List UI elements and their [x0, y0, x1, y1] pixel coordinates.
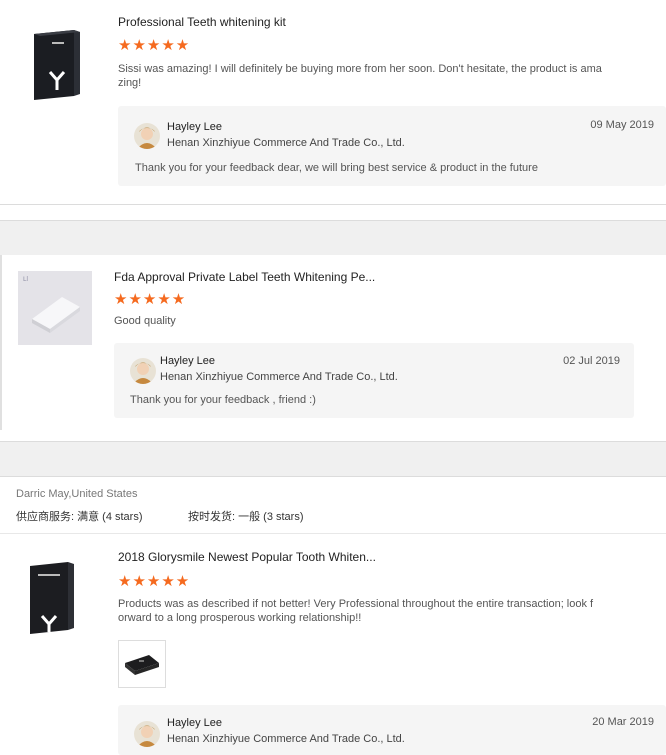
- on-time-shipping-rating: 按时发货: 一般 (3 stars): [188, 511, 304, 523]
- review-photo[interactable]: [118, 640, 166, 688]
- product-thumbnail[interactable]: [16, 558, 96, 638]
- seller-reply: Hayley Lee Henan Xinzhiyue Commerce And …: [118, 705, 666, 755]
- product-title[interactable]: Fda Approval Private Label Teeth Whiteni…: [114, 270, 375, 284]
- review-comment: Good quality: [114, 315, 176, 327]
- review-comment-line: Products was as described if not better!…: [118, 598, 594, 610]
- black-box-icon: [125, 655, 159, 675]
- review-card-1: Professional Teeth whitening kit ★★★★★ S…: [0, 0, 666, 204]
- reply-text: Thank you for your feedback , friend :): [130, 394, 316, 406]
- reply-author-name: Hayley Lee: [160, 355, 216, 367]
- reply-company[interactable]: Henan Xinzhiyue Commerce And Trade Co., …: [160, 371, 398, 383]
- section-gap: [0, 221, 666, 255]
- product-thumbnail[interactable]: [16, 14, 96, 104]
- reply-text: Thank you for your feedback dear, we wil…: [135, 162, 538, 174]
- star-rating: ★★★★★: [114, 291, 187, 308]
- avatar: [134, 721, 160, 747]
- product-title[interactable]: Professional Teeth whitening kit: [118, 15, 286, 29]
- review-comment-line: Sissi was amazing! I will definitely be …: [118, 63, 602, 75]
- reply-date: 09 May 2019: [590, 119, 654, 131]
- reply-author-name: Hayley Lee: [167, 121, 223, 133]
- review-card-2: Ll Fda Approval Private Label Teeth Whit…: [0, 255, 666, 430]
- star-rating: ★★★★★: [118, 37, 191, 54]
- section-gap: [0, 442, 666, 476]
- product-box-icon: [16, 14, 96, 104]
- review-comment-line: orward to a long prosperous working rela…: [118, 612, 362, 624]
- section-gap: [0, 205, 666, 220]
- reply-date: 20 Mar 2019: [592, 716, 654, 728]
- product-thumbnail[interactable]: Ll: [18, 271, 92, 345]
- svg-text:Ll: Ll: [23, 276, 28, 283]
- avatar: [130, 358, 156, 384]
- avatar: [134, 123, 160, 149]
- product-box-icon: Ll: [18, 271, 92, 345]
- supplier-service-rating: 供应商服务: 满意 (4 stars): [16, 511, 143, 523]
- buyer-info: Darric May,United States: [16, 488, 138, 500]
- review-comment: Sissi was amazing! I will definitely be …: [118, 62, 658, 90]
- user-avatar-icon: [134, 123, 160, 149]
- user-avatar-icon: [130, 358, 156, 384]
- review-comment-line: zing!: [118, 77, 142, 89]
- star-rating: ★★★★★: [118, 573, 191, 590]
- user-avatar-icon: [134, 721, 160, 747]
- seller-reply: Hayley Lee Henan Xinzhiyue Commerce And …: [118, 106, 666, 186]
- product-title[interactable]: 2018 Glorysmile Newest Popular Tooth Whi…: [118, 550, 376, 564]
- review-card-3: 2018 Glorysmile Newest Popular Tooth Whi…: [0, 534, 666, 755]
- reply-company[interactable]: Henan Xinzhiyue Commerce And Trade Co., …: [167, 137, 405, 149]
- reply-company[interactable]: Henan Xinzhiyue Commerce And Trade Co., …: [167, 733, 405, 745]
- divider: [0, 476, 666, 477]
- reply-date: 02 Jul 2019: [563, 355, 620, 367]
- review-comment: Products was as described if not better!…: [118, 597, 658, 625]
- product-box-icon: [16, 558, 96, 638]
- reply-author-name: Hayley Lee: [167, 717, 223, 729]
- seller-reply: Hayley Lee Henan Xinzhiyue Commerce And …: [114, 343, 634, 418]
